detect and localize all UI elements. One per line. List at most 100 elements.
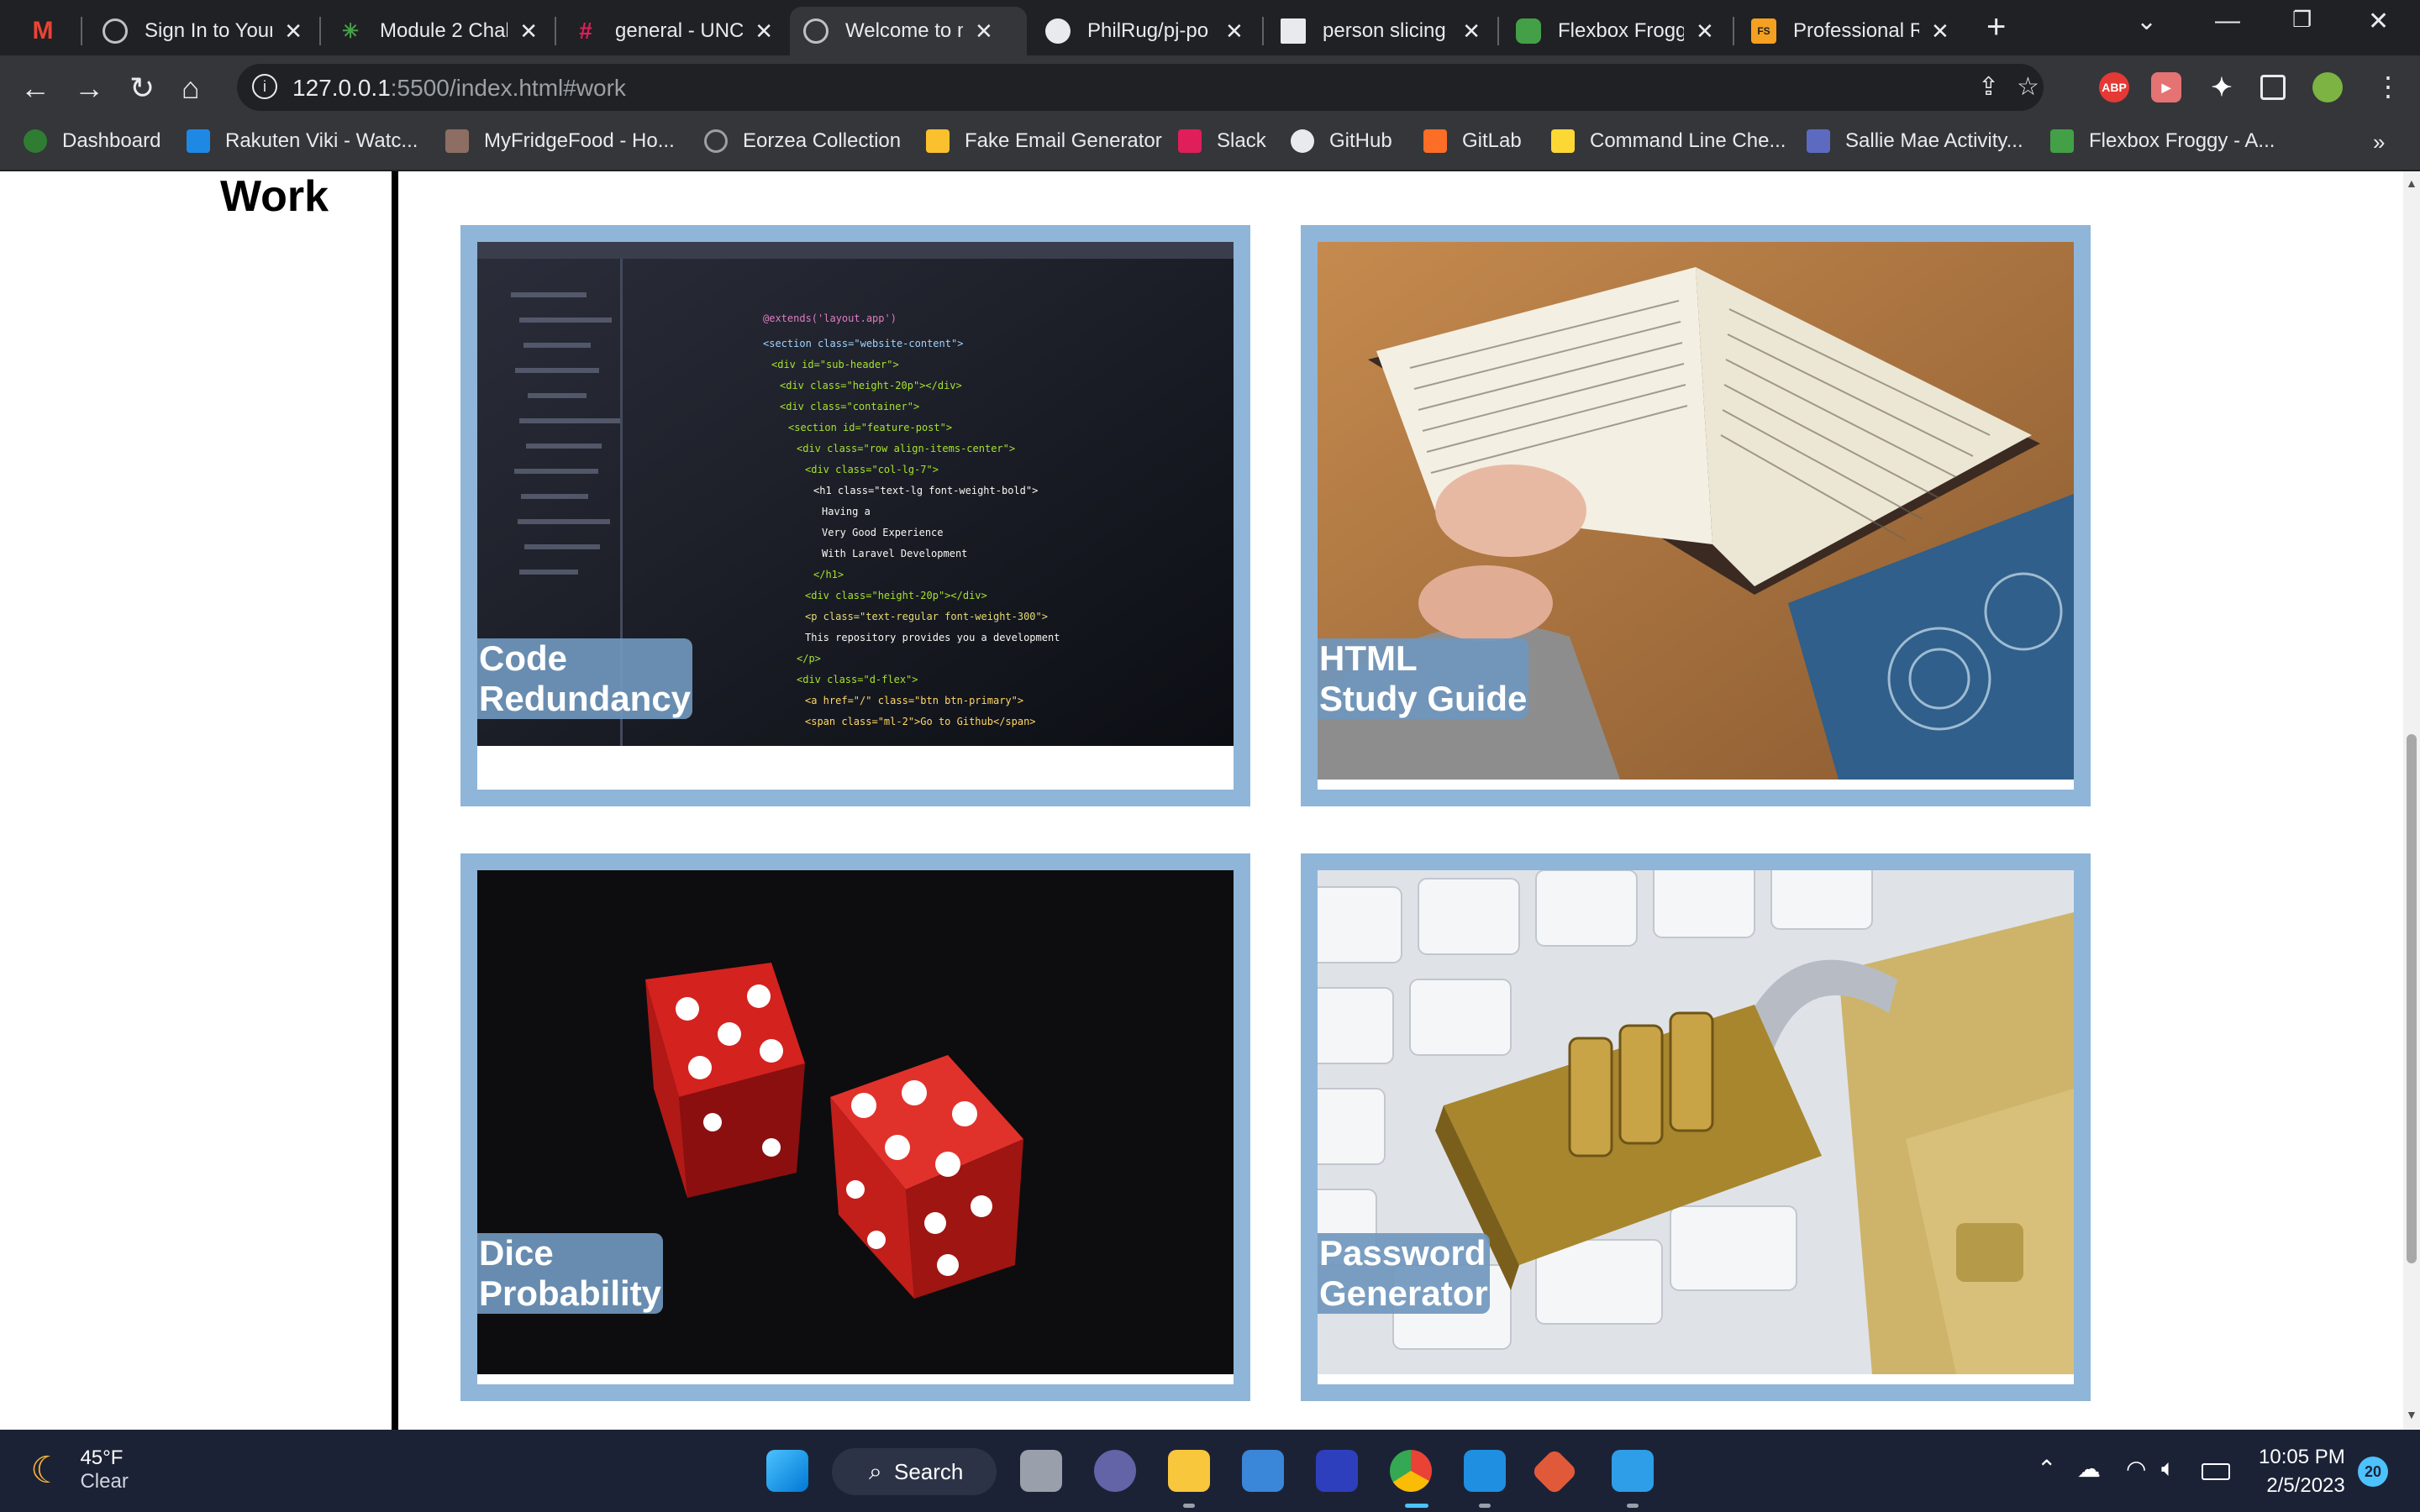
scroll-down-icon[interactable]: ▼	[2406, 1408, 2417, 1421]
tab-module-2[interactable]: ✳ Module 2 Chal ✕	[324, 7, 551, 55]
viki-icon	[187, 129, 210, 153]
close-tab-icon[interactable]: ✕	[755, 18, 773, 45]
minimize-button[interactable]: —	[2215, 7, 2240, 35]
microsoft-store-icon[interactable]	[1242, 1450, 1284, 1492]
tab-gmail[interactable]: M	[17, 7, 76, 55]
page-scrollbar[interactable]: ▲ ▼	[2403, 171, 2420, 1430]
bookmark-github[interactable]: GitHub	[1291, 129, 1392, 153]
close-tab-icon[interactable]: ✕	[975, 18, 993, 45]
section-title: Work	[220, 172, 329, 221]
bookmark-command-line[interactable]: Command Line Che...	[1551, 129, 1786, 153]
bookmark-myfridgefood[interactable]: MyFridgeFood - Ho...	[445, 129, 675, 153]
bookmark-star-icon[interactable]: ☆	[2017, 72, 2039, 102]
scroll-up-icon[interactable]: ▲	[2406, 176, 2417, 190]
weather-widget[interactable]: ☾ 45°F Clear	[30, 1446, 129, 1494]
close-tab-icon[interactable]: ✕	[1931, 18, 1949, 45]
unsplash-icon	[1281, 18, 1306, 44]
bookmark-gitlab[interactable]: GitLab	[1423, 129, 1522, 153]
onedrive-icon[interactable]: ☁	[2077, 1455, 2101, 1483]
side-panel-icon[interactable]	[2260, 75, 2286, 100]
tab-title: PhilRug/pj-po	[1087, 19, 1209, 42]
git-icon[interactable]	[1530, 1447, 1579, 1496]
menu-kebab-icon[interactable]: ⋮	[2375, 71, 2402, 102]
svg-text:Very Good Experience: Very Good Experience	[822, 527, 944, 538]
close-tab-icon[interactable]: ✕	[1462, 18, 1481, 45]
adblock-icon[interactable]: ABP	[2099, 72, 2129, 102]
vscode-icon[interactable]	[1464, 1450, 1506, 1492]
tab-github-philrug[interactable]: PhilRug/pj-po ✕	[1032, 7, 1259, 55]
reload-icon[interactable]: ↻	[129, 71, 155, 106]
more-bookmarks-icon[interactable]: »	[2373, 129, 2385, 155]
project-card-password-generator[interactable]: Password Generator	[1301, 853, 2091, 1401]
restore-button[interactable]: ❐	[2292, 7, 2312, 33]
svg-text:<div id="sub-header">: <div id="sub-header">	[771, 359, 899, 370]
svg-text:<a href="/" class="btn btn-pri: <a href="/" class="btn btn-primary">	[805, 695, 1023, 706]
svg-text:<div class="d-flex">: <div class="d-flex">	[797, 674, 918, 685]
system-clock[interactable]: 10:05 PM 2/5/2023	[2259, 1443, 2345, 1500]
tab-professional[interactable]: FS Professional R ✕	[1738, 7, 1965, 55]
bookmark-dashboard[interactable]: Dashboard	[24, 129, 160, 153]
tab-search-icon[interactable]: ⌄	[2136, 7, 2157, 36]
vertical-divider	[392, 171, 398, 1430]
forward-icon[interactable]: →	[74, 71, 104, 106]
close-window-button[interactable]: ✕	[2368, 7, 2389, 36]
close-tab-icon[interactable]: ✕	[519, 18, 538, 45]
bookmark-flexbox-froggy[interactable]: Flexbox Froggy - A...	[2050, 129, 2275, 153]
screencast-icon[interactable]: ▶	[2151, 72, 2181, 102]
bookmark-viki[interactable]: Rakuten Viki - Watc...	[187, 129, 418, 153]
svg-text:Having a: Having a	[822, 506, 871, 517]
svg-text:@extends('layout.app'): @extends('layout.app')	[763, 312, 897, 324]
bookmark-sallie-mae[interactable]: Sallie Mae Activity...	[1807, 129, 2023, 153]
tab-title: person slicing	[1323, 19, 1446, 42]
bookmark-slack[interactable]: Slack	[1178, 129, 1266, 153]
show-hidden-icons[interactable]: ⌃	[2037, 1455, 2056, 1483]
task-view-icon[interactable]	[1020, 1450, 1062, 1492]
mail-icon	[926, 129, 950, 153]
url-text[interactable]: 127.0.0.1:5500/index.html#work	[292, 75, 626, 102]
tab-sign-in[interactable]: Sign In to Your ✕	[89, 7, 316, 55]
taskbar-search[interactable]: ⌕ Search	[832, 1448, 997, 1495]
close-tab-icon[interactable]: ✕	[284, 18, 302, 45]
home-icon[interactable]: ⌂	[182, 71, 200, 106]
tab-slack-general[interactable]: # general - UNC ✕	[560, 7, 786, 55]
chat-icon[interactable]	[1094, 1450, 1136, 1492]
scrollbar-thumb[interactable]	[2407, 734, 2417, 1263]
tab-title: Flexbox Frogg	[1558, 19, 1684, 42]
svg-text:<section class="website-conten: <section class="website-content">	[763, 338, 963, 349]
notification-badge[interactable]: 20	[2358, 1457, 2388, 1487]
windows-taskbar: ☾ 45°F Clear ⌕ Search ⌃ ☁ ◠ 🔈︎ 10:05 PM …	[0, 1430, 2420, 1512]
markdown-app-icon[interactable]	[1316, 1450, 1358, 1492]
tab-unsplash[interactable]: person slicing ✕	[1267, 7, 1494, 55]
back-icon[interactable]: ←	[20, 71, 50, 106]
project-title: HTML Study Guide	[1318, 638, 1529, 719]
file-explorer-icon[interactable]	[1168, 1450, 1210, 1492]
paint-app-icon[interactable]	[1612, 1450, 1654, 1492]
slack-icon	[1178, 129, 1202, 153]
bookmark-fake-email[interactable]: Fake Email Generator	[926, 129, 1162, 153]
project-card-html-study-guide[interactable]: HTML Study Guide	[1301, 225, 2091, 806]
extensions-puzzle-icon[interactable]: ✦	[2207, 72, 2237, 102]
slack-icon: #	[579, 18, 592, 44]
chrome-icon[interactable]	[1390, 1450, 1432, 1492]
weather-desc: Clear	[80, 1470, 129, 1493]
wifi-icon[interactable]: ◠	[2126, 1455, 2146, 1483]
address-bar[interactable]: i 127.0.0.1:5500/index.html#work ⇪ ☆	[237, 64, 2044, 111]
close-tab-icon[interactable]: ✕	[1696, 18, 1714, 45]
globe-icon	[704, 129, 728, 153]
site-info-icon[interactable]: i	[252, 74, 277, 99]
battery-icon[interactable]	[2202, 1463, 2230, 1480]
svg-text:With Laravel Development: With Laravel Development	[822, 548, 967, 559]
bookmark-eorzea[interactable]: Eorzea Collection	[704, 129, 901, 153]
tab-flexbox-froggy[interactable]: Flexbox Frogg ✕	[1502, 7, 1729, 55]
project-card-code-redundancy[interactable]: @extends('layout.app') <section class="w…	[460, 225, 1250, 806]
volume-icon[interactable]: 🔈︎	[2161, 1455, 2175, 1483]
project-card-dice-probability[interactable]: Dice Probability	[460, 853, 1250, 1401]
tab-welcome-active[interactable]: Welcome to m ✕	[790, 7, 1027, 55]
windows-start-icon[interactable]	[766, 1450, 808, 1492]
new-tab-button[interactable]: +	[1986, 8, 2006, 46]
close-tab-icon[interactable]: ✕	[1225, 18, 1244, 45]
search-icon: ⌕	[869, 1458, 882, 1484]
gitlab-icon	[1423, 129, 1447, 153]
profile-avatar[interactable]	[2312, 72, 2343, 102]
share-icon[interactable]: ⇪	[1978, 72, 1999, 102]
